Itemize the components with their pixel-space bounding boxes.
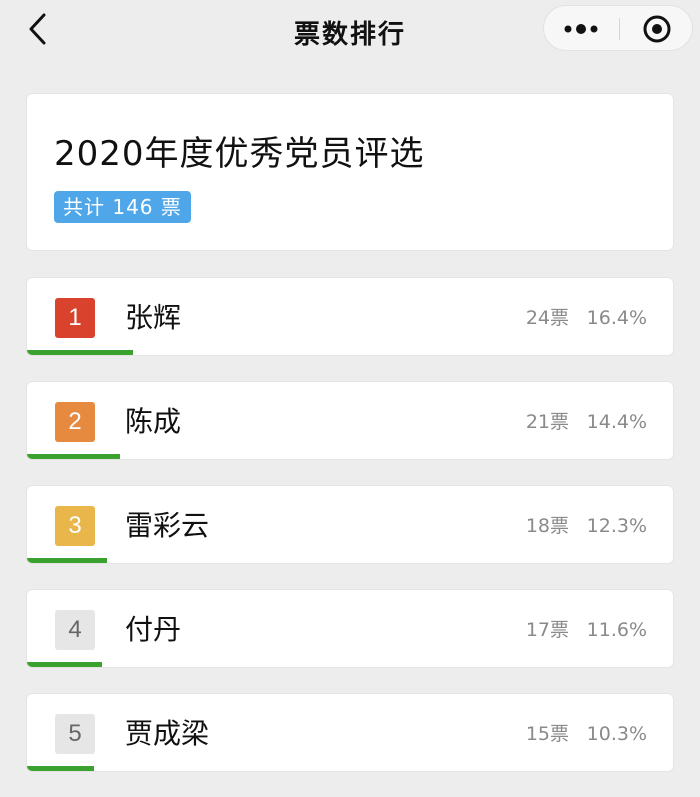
ranking-row[interactable]: 5 贾成梁 15票 10.3% (26, 693, 674, 772)
poll-header-card: 2020年度优秀党员评选 共计 146 票 (26, 93, 674, 251)
mini-program-capsule (543, 5, 693, 51)
vote-percent: 14.4% (586, 411, 647, 433)
more-dots-icon (564, 24, 598, 34)
poll-title: 2020年度优秀党员评选 (54, 134, 425, 174)
vote-count: 24票 (525, 307, 569, 329)
candidate-name: 张辉 (125, 301, 182, 334)
ranking-row[interactable]: 1 张辉 24票 16.4% (26, 277, 674, 356)
candidate-name: 贾成梁 (125, 717, 210, 750)
vote-percent: 12.3% (586, 515, 647, 537)
target-close-icon (643, 15, 671, 43)
vote-count: 17票 (525, 619, 569, 641)
vote-count: 15票 (525, 723, 569, 745)
ranking-row[interactable]: 4 付丹 17票 11.6% (26, 589, 674, 668)
rank-number-badge: 1 (55, 298, 95, 338)
ranking-list: 1 张辉 24票 16.4% 2 陈成 21票 14.4% 3 雷彩云 18票 12.3% 4 付丹 17票… (26, 277, 674, 797)
vote-progress-bar (27, 350, 133, 355)
rank-number-badge: 4 (55, 610, 95, 650)
ranking-row[interactable]: 3 雷彩云 18票 12.3% (26, 485, 674, 564)
more-button[interactable] (544, 6, 618, 52)
vote-count: 18票 (525, 515, 569, 537)
vote-percent: 11.6% (586, 619, 647, 641)
candidate-name: 付丹 (125, 613, 182, 646)
candidate-name: 雷彩云 (125, 509, 210, 542)
vote-percent: 10.3% (586, 723, 647, 745)
vote-progress-bar (27, 558, 107, 563)
rank-number-badge: 3 (55, 506, 95, 546)
candidate-name: 陈成 (125, 405, 182, 438)
rank-number-badge: 2 (55, 402, 95, 442)
vote-progress-bar (27, 454, 120, 459)
top-navbar: 票数排行 (0, 0, 700, 62)
close-button[interactable] (620, 6, 694, 52)
vote-percent: 16.4% (586, 307, 647, 329)
rank-number-badge: 5 (55, 714, 95, 754)
total-votes-badge: 共计 146 票 (54, 191, 191, 223)
vote-count: 21票 (525, 411, 569, 433)
vote-progress-bar (27, 662, 102, 667)
vote-progress-bar (27, 766, 94, 771)
ranking-row[interactable]: 2 陈成 21票 14.4% (26, 381, 674, 460)
